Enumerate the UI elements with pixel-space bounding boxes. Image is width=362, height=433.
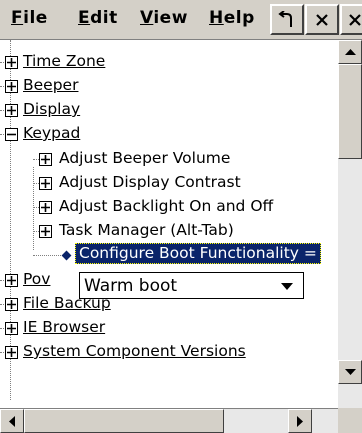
tree-item-adjust-backlight[interactable]: Adjust Backlight On and Off	[0, 195, 338, 219]
tree-item-label: Adjust Backlight On and Off	[59, 197, 274, 215]
tree-item-label: Display	[23, 100, 81, 118]
horizontal-scroll-thumb[interactable]	[24, 409, 224, 433]
scroll-right-button[interactable]	[288, 409, 312, 433]
menu-bar: File Edit View Help	[0, 0, 362, 40]
boot-mode-dropdown[interactable]: Warm boot	[79, 272, 304, 299]
undo-icon	[278, 10, 292, 27]
expand-icon[interactable]	[39, 177, 52, 190]
expand-icon[interactable]	[5, 322, 18, 335]
vertical-scrollbar[interactable]	[338, 40, 362, 408]
tree-item-beeper[interactable]: Beeper	[0, 74, 338, 98]
expand-icon[interactable]	[5, 346, 18, 359]
close-button-2[interactable]	[340, 4, 362, 35]
tree-item-ie-browser[interactable]: IE Browser	[0, 316, 338, 340]
tree-item-label: Task Manager (Alt-Tab)	[59, 221, 234, 239]
expand-icon[interactable]	[39, 153, 52, 166]
close-button[interactable]	[305, 4, 339, 35]
expand-icon[interactable]	[39, 225, 52, 238]
scroll-up-icon	[344, 49, 356, 55]
tree-item-label: Pov	[23, 270, 51, 288]
collapse-icon[interactable]	[5, 128, 18, 141]
expand-icon[interactable]	[5, 104, 18, 117]
scroll-right-icon	[297, 415, 303, 427]
tree-item-adjust-display-contrast[interactable]: Adjust Display Contrast	[0, 171, 338, 195]
menu-help[interactable]: Help	[209, 8, 255, 28]
tree-item-label: Time Zone	[23, 52, 106, 70]
expand-icon[interactable]	[5, 56, 18, 69]
expand-icon[interactable]	[5, 80, 18, 93]
expand-icon[interactable]	[5, 274, 18, 287]
tree-item-label: Beeper	[23, 76, 79, 94]
tree-item-label: IE Browser	[23, 318, 106, 336]
scroll-up-button[interactable]	[338, 40, 362, 64]
tree-item-label: Adjust Display Contrast	[59, 173, 241, 191]
tree-item-display[interactable]: Display	[0, 98, 338, 122]
setting-diamond-icon	[61, 250, 72, 261]
menu-edit[interactable]: Edit	[78, 8, 118, 28]
tree-item-task-manager[interactable]: Task Manager (Alt-Tab)	[0, 219, 338, 243]
menu-file[interactable]: File	[11, 8, 48, 28]
undo-button[interactable]	[270, 4, 304, 35]
dropdown-value: Warm boot	[84, 276, 178, 296]
tree-item-label: Keypad	[23, 124, 81, 142]
tree-item-configure-boot[interactable]: Configure Boot Functionality =	[0, 243, 338, 267]
dropdown-arrow-icon	[281, 283, 293, 290]
scroll-down-button[interactable]	[338, 360, 362, 384]
close-icon	[349, 13, 361, 26]
vertical-scroll-thumb[interactable]	[338, 64, 362, 159]
expand-icon[interactable]	[5, 298, 18, 311]
expand-icon[interactable]	[39, 201, 52, 214]
tree-item-time-zone[interactable]: Time Zone	[0, 50, 338, 74]
tree-item-keypad[interactable]: Keypad	[0, 122, 338, 146]
scroll-down-icon	[344, 369, 356, 375]
tree-item-system-component-versions[interactable]: System Component Versions	[0, 340, 338, 364]
scroll-left-icon	[9, 415, 15, 427]
tree-item-label: Adjust Beeper Volume	[59, 149, 231, 167]
tree-item-label: System Component Versions	[23, 342, 246, 360]
tree-item-adjust-beeper-volume[interactable]: Adjust Beeper Volume	[0, 147, 338, 171]
scroll-left-button[interactable]	[0, 409, 24, 433]
tree-connector	[33, 255, 63, 256]
horizontal-scrollbar[interactable]	[0, 408, 338, 433]
scrollbar-corner	[338, 408, 362, 433]
settings-tree[interactable]: Time Zone Beeper Display Keypad Adjust B…	[0, 40, 338, 408]
menu-view[interactable]: View	[140, 8, 188, 28]
close-icon	[316, 13, 328, 26]
tree-item-label-selected: Configure Boot Functionality =	[75, 243, 321, 264]
